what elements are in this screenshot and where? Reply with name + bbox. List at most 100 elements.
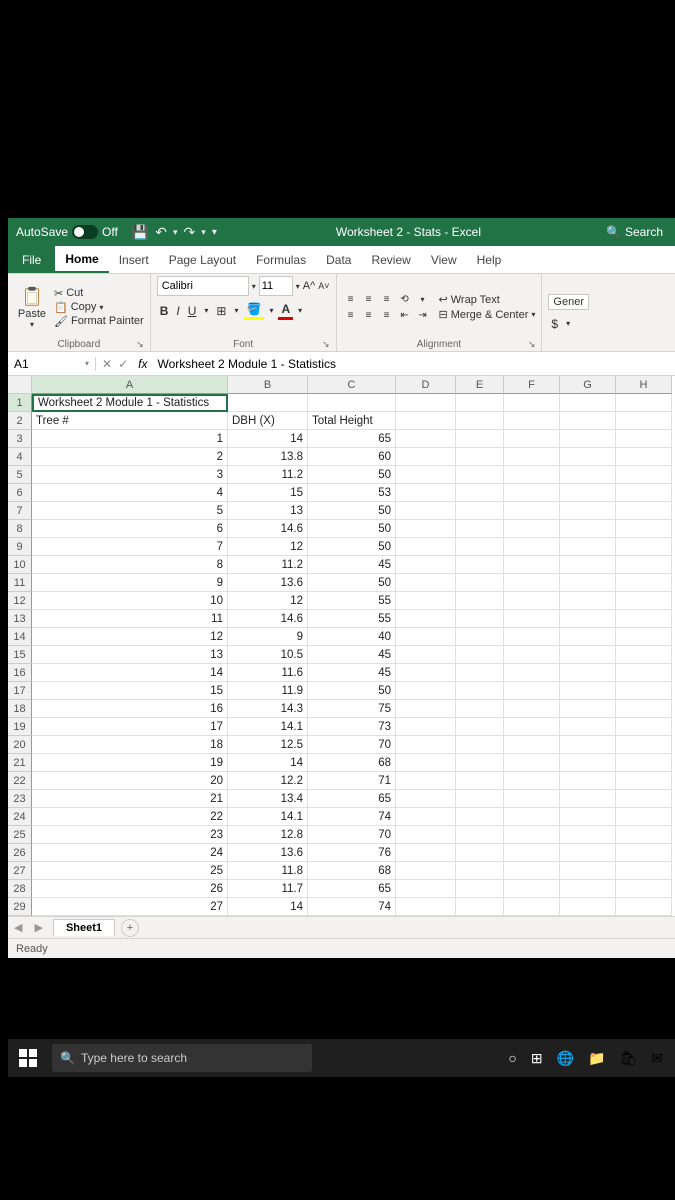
cell[interactable] [456, 448, 504, 466]
spreadsheet-grid[interactable]: ABCDEFGH1Worksheet 2 Module 1 - Statisti… [8, 376, 675, 916]
cell[interactable]: 20 [32, 772, 228, 790]
cell[interactable] [228, 394, 308, 412]
cell[interactable] [396, 628, 456, 646]
cell[interactable] [504, 484, 560, 502]
increase-indent-icon[interactable]: ⇥ [415, 308, 431, 322]
name-box[interactable]: A1 ▾ [8, 357, 96, 371]
tab-page-layout[interactable]: Page Layout [159, 246, 246, 273]
cell[interactable]: 3 [32, 466, 228, 484]
cell[interactable] [504, 466, 560, 484]
row-header[interactable]: 19 [8, 718, 32, 736]
cell[interactable] [456, 592, 504, 610]
cell[interactable] [456, 844, 504, 862]
tab-formulas[interactable]: Formulas [246, 246, 316, 273]
column-header[interactable]: B [228, 376, 308, 394]
tab-home[interactable]: Home [55, 246, 108, 273]
cell[interactable] [560, 466, 616, 484]
cell[interactable] [504, 520, 560, 538]
cell[interactable]: 16 [32, 700, 228, 718]
cell[interactable] [456, 466, 504, 484]
cell[interactable] [616, 592, 672, 610]
cell[interactable] [616, 502, 672, 520]
underline-dropdown-icon[interactable]: ▾ [201, 305, 211, 316]
cell[interactable] [396, 700, 456, 718]
cell[interactable] [504, 412, 560, 430]
cell[interactable]: 22 [32, 808, 228, 826]
row-header[interactable]: 24 [8, 808, 32, 826]
cut-button[interactable]: ✂Cut [54, 287, 144, 300]
cell[interactable] [560, 484, 616, 502]
row-header[interactable]: 13 [8, 610, 32, 628]
redo-icon[interactable]: ↷ [184, 224, 196, 241]
cell[interactable]: 14 [228, 430, 308, 448]
save-icon[interactable]: 💾 [132, 224, 149, 241]
cell[interactable] [456, 880, 504, 898]
cell[interactable]: 75 [308, 700, 396, 718]
tab-data[interactable]: Data [316, 246, 361, 273]
cell[interactable]: 68 [308, 862, 396, 880]
cell[interactable] [616, 682, 672, 700]
cell[interactable] [396, 520, 456, 538]
cell[interactable] [456, 430, 504, 448]
cell[interactable] [456, 520, 504, 538]
cell[interactable] [456, 772, 504, 790]
row-header[interactable]: 26 [8, 844, 32, 862]
cell[interactable]: 7 [32, 538, 228, 556]
cell[interactable]: 70 [308, 826, 396, 844]
cell[interactable]: 25 [32, 862, 228, 880]
cell[interactable]: 60 [308, 448, 396, 466]
font-color-button[interactable]: A [278, 301, 293, 320]
cell[interactable] [504, 844, 560, 862]
cell[interactable] [396, 592, 456, 610]
cell[interactable] [616, 448, 672, 466]
cell[interactable] [560, 610, 616, 628]
cell[interactable]: 50 [308, 466, 396, 484]
row-header[interactable]: 25 [8, 826, 32, 844]
cell[interactable] [560, 880, 616, 898]
cell[interactable]: 24 [32, 844, 228, 862]
cell[interactable]: 13 [228, 502, 308, 520]
decrease-font-icon[interactable]: A˅ [318, 281, 329, 291]
row-header[interactable]: 27 [8, 862, 32, 880]
cell[interactable] [396, 826, 456, 844]
cell[interactable] [560, 754, 616, 772]
cell[interactable]: 14.6 [228, 520, 308, 538]
font-size-dropdown-icon[interactable]: ▾ [296, 282, 300, 291]
row-header[interactable]: 1 [8, 394, 32, 412]
cell[interactable] [396, 412, 456, 430]
cell[interactable]: 45 [308, 664, 396, 682]
row-header[interactable]: 9 [8, 538, 32, 556]
cell[interactable]: 12 [32, 628, 228, 646]
row-header[interactable]: 3 [8, 430, 32, 448]
cell[interactable]: 15 [228, 484, 308, 502]
cell[interactable] [504, 736, 560, 754]
align-right-icon[interactable]: ≡ [379, 308, 395, 322]
row-header[interactable]: 22 [8, 772, 32, 790]
align-middle-icon[interactable]: ≡ [361, 292, 377, 306]
row-header[interactable]: 20 [8, 736, 32, 754]
cell[interactable] [504, 682, 560, 700]
cell[interactable] [396, 844, 456, 862]
cell[interactable]: 14 [32, 664, 228, 682]
cell[interactable] [504, 646, 560, 664]
row-header[interactable]: 4 [8, 448, 32, 466]
row-header[interactable]: 16 [8, 664, 32, 682]
column-header[interactable]: F [504, 376, 560, 394]
cell[interactable] [616, 880, 672, 898]
column-header[interactable]: H [616, 376, 672, 394]
cell[interactable]: Tree # [32, 412, 228, 430]
cell[interactable]: 68 [308, 754, 396, 772]
cell[interactable]: 14 [228, 898, 308, 916]
row-header[interactable]: 15 [8, 646, 32, 664]
cell[interactable]: 12 [228, 592, 308, 610]
cell[interactable]: 50 [308, 520, 396, 538]
cell[interactable] [616, 412, 672, 430]
cell[interactable]: 50 [308, 502, 396, 520]
cell[interactable] [560, 898, 616, 916]
qat-customize-icon[interactable]: ▾ [212, 227, 217, 238]
cell[interactable] [504, 898, 560, 916]
cell[interactable] [560, 394, 616, 412]
cell[interactable]: 2 [32, 448, 228, 466]
cell[interactable] [396, 538, 456, 556]
cell[interactable]: 8 [32, 556, 228, 574]
